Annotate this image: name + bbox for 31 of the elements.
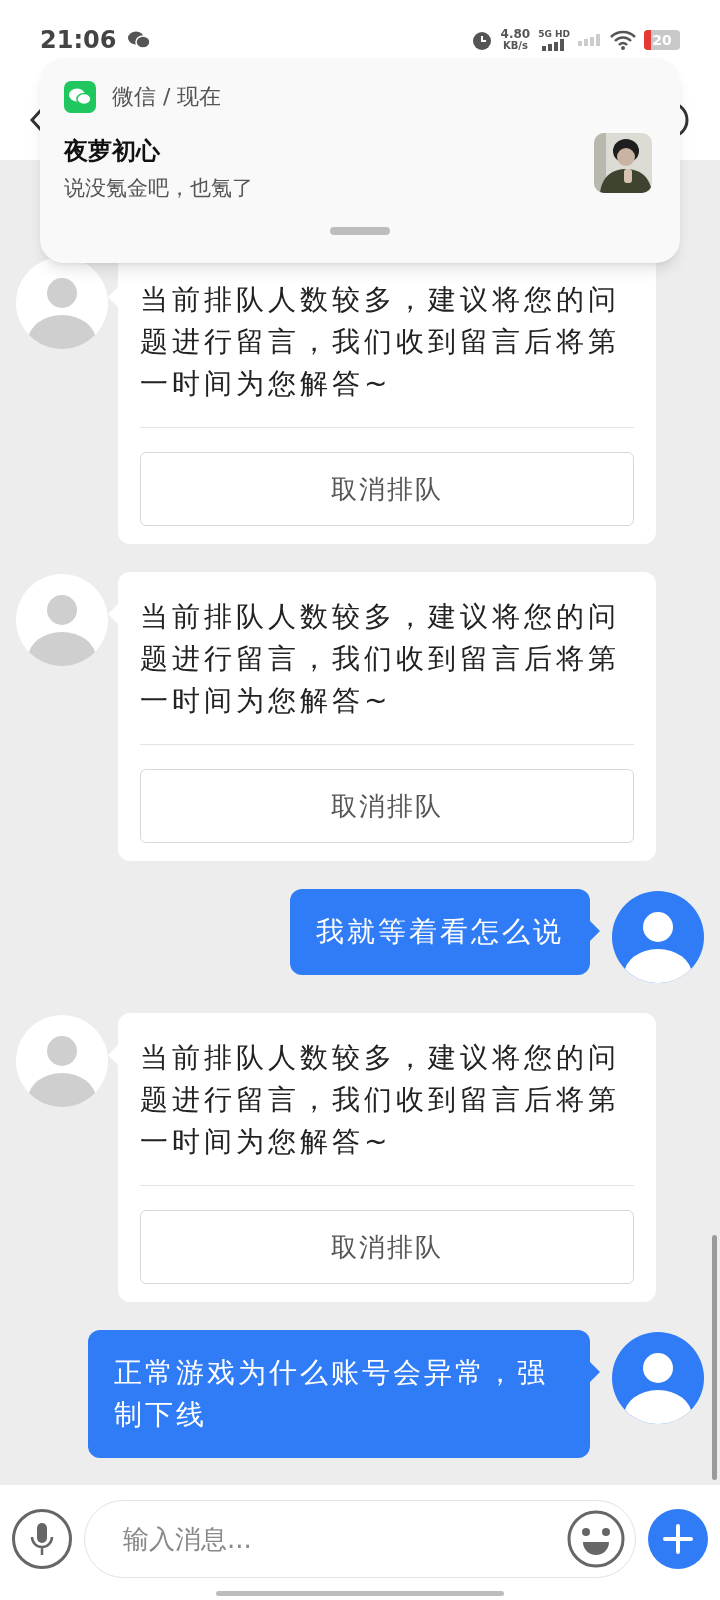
message-text: 当前排队人数较多，建议将您的问题进行留言，我们收到留言后将第一时间为您解答~: [140, 599, 621, 719]
drag-handle: [330, 227, 390, 235]
signal-icon: [542, 39, 567, 51]
signal-icon: [578, 34, 602, 46]
cancel-queue-button[interactable]: 取消排队: [140, 769, 634, 843]
microphone-button[interactable]: [12, 1508, 72, 1569]
message-text: 当前排队人数较多，建议将您的问题进行留言，我们收到留言后将第一时间为您解答~: [140, 1040, 621, 1160]
avatar-icon: [14, 572, 110, 668]
speed-unit: KB/s: [502, 40, 528, 51]
message-text: 正常游戏为什么账号会异常，强制下线: [114, 1355, 549, 1433]
clock-time: 21:06: [40, 25, 117, 56]
plus-icon: [663, 1523, 693, 1554]
chat-app-icon: [128, 31, 151, 49]
chat-app-icon: [64, 80, 96, 113]
cancel-queue-button[interactable]: 取消排队: [140, 1210, 634, 1284]
emoji-icon[interactable]: [566, 1508, 626, 1569]
network-speed: 4.80: [500, 29, 531, 40]
message-text: 当前排队人数较多，建议将您的问题进行留言，我们收到留言后将第一时间为您解答~: [140, 282, 621, 402]
network-type: 5G HD: [538, 29, 570, 39]
avatar-icon: [610, 1330, 706, 1426]
message-input[interactable]: 输入消息...: [84, 1499, 636, 1578]
notification-app-label: 微信 / 现在: [112, 83, 222, 111]
cancel-queue-button[interactable]: 取消排队: [140, 452, 634, 526]
alarm-icon: [470, 29, 493, 51]
avatar-icon: [14, 1013, 110, 1109]
message-text: 我就等着看怎么说: [316, 914, 564, 950]
wifi-icon: [610, 30, 636, 50]
notification-body: 说没氪金吧，也氪了: [64, 175, 253, 202]
avatar-icon: [610, 889, 706, 985]
microphone-icon: [29, 1520, 55, 1557]
notification-title: 夜萝初心: [64, 136, 161, 167]
